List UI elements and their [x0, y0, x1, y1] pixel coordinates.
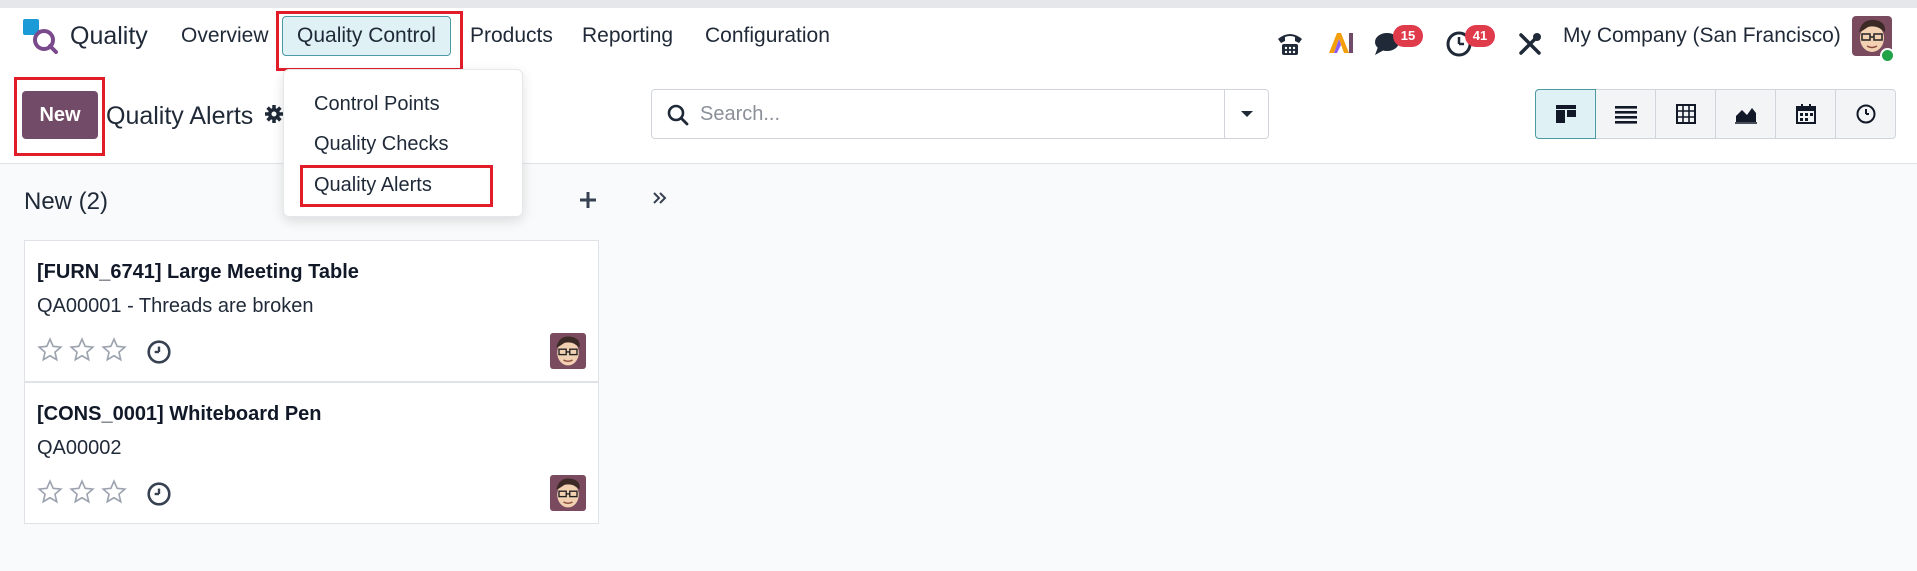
highlight-quality-control — [276, 11, 463, 71]
nav-reporting[interactable]: Reporting — [582, 24, 673, 48]
kanban-card[interactable]: [FURN_6741] Large Meeting Table QA00001 … — [24, 240, 599, 382]
clock-icon — [1856, 104, 1875, 124]
caret-down-icon — [1240, 111, 1253, 117]
kanban-column-title[interactable]: New (2) — [24, 188, 108, 216]
search-icon — [667, 104, 689, 126]
assignee-avatar[interactable] — [550, 333, 586, 369]
messages-badge: 15 — [1393, 25, 1423, 47]
activity-view-button[interactable] — [1835, 89, 1896, 139]
star-icon[interactable] — [101, 479, 127, 505]
calendar-view-button[interactable] — [1775, 89, 1836, 139]
star-icon[interactable] — [37, 479, 63, 505]
ai-icon[interactable] — [1327, 31, 1355, 55]
phone-icon[interactable] — [1275, 29, 1305, 57]
area-chart-icon — [1734, 108, 1757, 124]
kanban-icon — [1555, 105, 1576, 123]
nav-products[interactable]: Products — [470, 24, 553, 48]
calendar-icon — [1795, 104, 1816, 124]
menu-item-control-points[interactable]: Control Points — [314, 93, 440, 116]
star-icon[interactable] — [37, 337, 63, 363]
star-icon[interactable] — [69, 337, 95, 363]
table-grid-icon — [1675, 104, 1696, 124]
graph-view-button[interactable] — [1715, 89, 1776, 139]
star-icon[interactable] — [69, 479, 95, 505]
tools-icon[interactable] — [1517, 31, 1543, 57]
app-name[interactable]: Quality — [70, 22, 148, 51]
pivot-view-button[interactable] — [1655, 89, 1716, 139]
quality-app-logo[interactable] — [22, 18, 58, 54]
double-chevron-right-icon[interactable] — [652, 190, 668, 206]
assignee-avatar[interactable] — [550, 475, 586, 511]
menu-item-quality-checks[interactable]: Quality Checks — [314, 133, 449, 156]
gear-icon[interactable] — [264, 104, 284, 124]
kanban-card[interactable]: [CONS_0001] Whiteboard Pen QA00002 — [24, 382, 599, 524]
card-title: [CONS_0001] Whiteboard Pen — [37, 403, 322, 425]
highlight-quality-alerts — [300, 165, 493, 207]
plus-icon[interactable] — [578, 190, 598, 210]
list-view-button[interactable] — [1595, 89, 1656, 139]
search-options-toggle[interactable] — [1224, 90, 1268, 138]
priority-stars[interactable] — [37, 479, 127, 505]
highlight-new-button — [14, 77, 105, 156]
activity-clock-icon[interactable] — [146, 339, 172, 365]
search-bar — [651, 89, 1269, 139]
activity-clock-icon[interactable] — [146, 481, 172, 507]
nav-configuration[interactable]: Configuration — [705, 24, 830, 48]
online-status-dot — [1880, 48, 1895, 63]
star-icon[interactable] — [101, 337, 127, 363]
search-input[interactable] — [700, 92, 1200, 136]
company-switcher[interactable]: My Company (San Francisco) — [1563, 24, 1841, 48]
activities-badge: 41 — [1465, 25, 1495, 47]
priority-stars[interactable] — [37, 337, 127, 363]
card-subtitle: QA00001 - Threads are broken — [37, 295, 314, 317]
list-icon — [1614, 106, 1637, 124]
card-title: [FURN_6741] Large Meeting Table — [37, 261, 359, 283]
nav-overview[interactable]: Overview — [181, 24, 269, 48]
breadcrumb: Quality Alerts — [106, 102, 254, 130]
card-subtitle: QA00002 — [37, 437, 122, 459]
view-switcher — [1535, 89, 1896, 139]
kanban-view-button[interactable] — [1535, 89, 1596, 139]
